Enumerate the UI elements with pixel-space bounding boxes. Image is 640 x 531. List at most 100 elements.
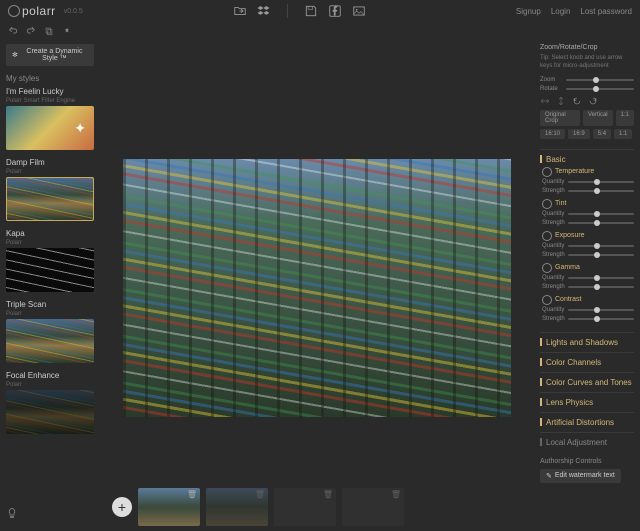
strength-label: Strength bbox=[542, 252, 564, 258]
panel-channels: Color Channels bbox=[540, 352, 634, 372]
watermark-label: Edit watermark text bbox=[555, 472, 615, 479]
style-name: Kapa bbox=[6, 229, 94, 238]
preset-vertical[interactable]: Vertical bbox=[583, 110, 613, 126]
preset-16-10[interactable]: 16:10 bbox=[540, 129, 565, 139]
flip-vertical-icon[interactable] bbox=[556, 96, 566, 106]
param-label: Gamma bbox=[542, 263, 634, 273]
pin-icon[interactable] bbox=[62, 26, 72, 36]
filmstrip: + 🗑 🗑 🗑 🗑 bbox=[104, 483, 530, 531]
filmstrip-thumb[interactable]: 🗑 bbox=[342, 488, 404, 526]
param-contrast: Contrast Quantity Strength bbox=[542, 295, 634, 322]
delete-icon[interactable]: 🗑 bbox=[187, 490, 197, 499]
panel-curves-header[interactable]: Color Curves and Tones bbox=[540, 378, 634, 387]
quantity-label: Quantity bbox=[542, 243, 564, 249]
tint-strength-slider[interactable] bbox=[568, 222, 634, 224]
undo-icon[interactable] bbox=[8, 26, 18, 36]
preset-5-4[interactable]: 5:4 bbox=[593, 129, 611, 139]
crop-presets-2: 16:10 16:9 5:4 1:1 bbox=[540, 129, 634, 139]
zoom-label: Zoom bbox=[540, 77, 562, 83]
rotate-left-icon[interactable] bbox=[572, 96, 582, 106]
style-thumb[interactable] bbox=[6, 319, 94, 363]
facebook-icon[interactable] bbox=[328, 4, 342, 18]
lightbulb-icon[interactable] bbox=[6, 507, 18, 519]
copy-icon[interactable] bbox=[44, 26, 54, 36]
style-item-kapa[interactable]: Kapa Polarr bbox=[6, 229, 94, 292]
preset-1-1b[interactable]: 1:1 bbox=[614, 129, 632, 139]
temperature-strength-slider[interactable] bbox=[568, 190, 634, 192]
preset-original[interactable]: Original Crop bbox=[540, 110, 580, 126]
panel-basic-header[interactable]: Basic bbox=[540, 155, 634, 164]
filmstrip-thumb[interactable]: 🗑 bbox=[274, 488, 336, 526]
transform-icons bbox=[540, 96, 634, 106]
pencil-icon: ✎ bbox=[546, 472, 552, 480]
rotate-slider-row: Rotate bbox=[540, 86, 634, 92]
dropbox-icon[interactable] bbox=[257, 4, 271, 18]
exposure-strength-slider[interactable] bbox=[568, 254, 634, 256]
param-temperature: Temperature Quantity Strength bbox=[542, 167, 634, 194]
rotate-slider[interactable] bbox=[566, 88, 634, 90]
lost-password-link[interactable]: Lost password bbox=[580, 7, 632, 16]
temperature-quantity-slider[interactable] bbox=[568, 181, 634, 183]
crop-section: Zoom/Rotate/Crop Tip: Select knob and us… bbox=[540, 44, 634, 139]
sidebar-left: ✻ Create a Dynamic Style ™ My styles I'm… bbox=[0, 40, 100, 531]
panel-channels-header[interactable]: Color Channels bbox=[540, 358, 634, 367]
panel-distort: Artificial Distortions bbox=[540, 412, 634, 432]
style-thumb[interactable] bbox=[6, 248, 94, 292]
panel-lights-header[interactable]: Lights and Shadows bbox=[540, 338, 634, 347]
my-styles-label: My styles bbox=[6, 74, 94, 83]
app-logo: polarr bbox=[8, 4, 56, 18]
rotate-right-icon[interactable] bbox=[588, 96, 598, 106]
panel-distort-header[interactable]: Artificial Distortions bbox=[540, 418, 634, 427]
crop-tip: Tip: Select knob and use arrow keys for … bbox=[540, 55, 634, 71]
open-folder-icon[interactable] bbox=[233, 4, 247, 18]
gamma-quantity-slider[interactable] bbox=[568, 277, 634, 279]
panel-lens-header[interactable]: Lens Physics bbox=[540, 398, 634, 407]
filmstrip-thumb[interactable]: 🗑 bbox=[206, 488, 268, 526]
login-link[interactable]: Login bbox=[551, 7, 571, 16]
signup-link[interactable]: Signup bbox=[516, 7, 541, 16]
panel-local-header[interactable]: Local Adjustment bbox=[540, 438, 634, 447]
delete-icon[interactable]: 🗑 bbox=[323, 490, 333, 499]
style-item-focal-enhance[interactable]: Focal Enhance Polarr bbox=[6, 371, 94, 434]
style-item-lucky[interactable]: I'm Feelin Lucky Polarr Smart Filter Eng… bbox=[6, 87, 94, 150]
dynamic-style-label: Create a Dynamic Style ™ bbox=[21, 48, 88, 62]
preset-16-9[interactable]: 16:9 bbox=[568, 129, 590, 139]
style-name: Focal Enhance bbox=[6, 371, 94, 380]
add-image-button[interactable]: + bbox=[112, 497, 132, 517]
style-thumb[interactable] bbox=[6, 390, 94, 434]
style-item-triple-scan[interactable]: Triple Scan Polarr bbox=[6, 300, 94, 363]
main-image[interactable] bbox=[123, 159, 511, 417]
zoom-slider[interactable] bbox=[566, 79, 634, 81]
filmstrip-thumb[interactable]: 🗑 bbox=[138, 488, 200, 526]
param-gamma: Gamma Quantity Strength bbox=[542, 263, 634, 290]
secondary-toolbar bbox=[0, 22, 640, 40]
param-label: Tint bbox=[542, 199, 634, 209]
save-icon[interactable] bbox=[304, 4, 318, 18]
image-icon[interactable] bbox=[352, 4, 366, 18]
delete-icon[interactable]: 🗑 bbox=[391, 490, 401, 499]
preset-1-1a[interactable]: 1:1 bbox=[616, 110, 634, 126]
zoom-slider-row: Zoom bbox=[540, 77, 634, 83]
app-version: v0.0.5 bbox=[64, 8, 83, 15]
redo-icon[interactable] bbox=[26, 26, 36, 36]
quantity-label: Quantity bbox=[542, 307, 564, 313]
style-sub: Polarr bbox=[6, 169, 94, 175]
panel-lens: Lens Physics bbox=[540, 392, 634, 412]
style-thumb[interactable] bbox=[6, 177, 94, 221]
contrast-quantity-slider[interactable] bbox=[568, 309, 634, 311]
style-name: Triple Scan bbox=[6, 300, 94, 309]
canvas-main bbox=[104, 40, 530, 483]
style-item-damp-film[interactable]: Damp Film Polarr bbox=[6, 158, 94, 221]
style-thumb[interactable] bbox=[6, 106, 94, 150]
create-dynamic-style-button[interactable]: ✻ Create a Dynamic Style ™ bbox=[6, 44, 94, 66]
logo-icon bbox=[8, 5, 20, 17]
canvas-area: + 🗑 🗑 🗑 🗑 bbox=[100, 40, 534, 531]
contrast-strength-slider[interactable] bbox=[568, 318, 634, 320]
gamma-strength-slider[interactable] bbox=[568, 286, 634, 288]
exposure-quantity-slider[interactable] bbox=[568, 245, 634, 247]
edit-watermark-button[interactable]: ✎ Edit watermark text bbox=[540, 469, 621, 483]
tint-quantity-slider[interactable] bbox=[568, 213, 634, 215]
delete-icon[interactable]: 🗑 bbox=[255, 490, 265, 499]
header-center-icons bbox=[83, 4, 516, 18]
flip-horizontal-icon[interactable] bbox=[540, 96, 550, 106]
